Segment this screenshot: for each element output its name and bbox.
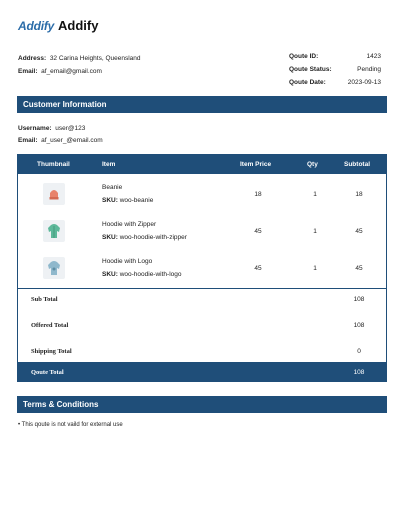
item-sku: SKU: woo-hoodie-with-logo bbox=[102, 271, 182, 278]
item-qty: 1 bbox=[313, 191, 317, 198]
items-divider bbox=[18, 288, 386, 289]
col-thumbnail: Thumbnail bbox=[37, 161, 70, 168]
customer-email-value: af_user_@email.com bbox=[41, 137, 103, 144]
sku-value: woo-hoodie-with-zipper bbox=[119, 234, 187, 241]
quote-meta-block: Qoute ID: 1423 Qoute Status: Pending Qou… bbox=[289, 50, 381, 89]
quote-total-row: Qoute Total 108 bbox=[18, 362, 386, 382]
quote-id-value: 1423 bbox=[366, 53, 381, 60]
email-label: Email: bbox=[18, 68, 38, 75]
email-line: Email: af_email@gmail.com bbox=[18, 65, 141, 78]
customer-address-block: Address: 32 Carina Heights, Queensland E… bbox=[18, 52, 141, 78]
customer-information-header: Customer Information bbox=[17, 96, 387, 113]
items-table-header: Thumbnail Item Item Price Qty Subtotal bbox=[18, 155, 386, 174]
shipping-total-label: Shipping Total bbox=[31, 348, 72, 355]
item-subtotal: 45 bbox=[355, 265, 363, 272]
addify-logo: Addify bbox=[18, 19, 55, 33]
customer-info-block: Username: user@123 Email: af_user_@email… bbox=[18, 123, 103, 147]
item-price: 18 bbox=[254, 191, 262, 198]
quote-id-label: Qoute ID: bbox=[289, 53, 319, 60]
address-line: Address: 32 Carina Heights, Queensland bbox=[18, 52, 141, 65]
sku-value: woo-hoodie-with-logo bbox=[119, 271, 182, 278]
item-subtotal: 18 bbox=[355, 191, 363, 198]
hoodie-zipper-thumbnail bbox=[43, 220, 65, 242]
sku-value: woo-beanie bbox=[119, 197, 154, 204]
item-subtotal: 45 bbox=[355, 228, 363, 235]
username-label: Username: bbox=[18, 125, 52, 132]
terms-list: • This qoute is not vaild for external u… bbox=[18, 422, 123, 428]
item-name: Beanie bbox=[102, 184, 123, 191]
address-label: Address: bbox=[18, 55, 47, 62]
item-name: Hoodie with Logo bbox=[102, 258, 153, 265]
sub-total-label: Sub Total bbox=[31, 296, 58, 303]
quote-date-value: 2023-09-13 bbox=[347, 79, 381, 86]
offered-total-row: Offered Total 108 bbox=[18, 319, 386, 333]
offered-total-label: Offered Total bbox=[31, 322, 69, 329]
item-sku: SKU: woo-hoodie-with-zipper bbox=[102, 234, 187, 241]
username-line: Username: user@123 bbox=[18, 123, 103, 135]
table-row: Hoodie with Logo SKU: woo-hoodie-with-lo… bbox=[18, 249, 386, 286]
col-item-price: Item Price bbox=[240, 161, 272, 168]
quote-document: Addify Addify Address: 32 Carina Heights… bbox=[0, 0, 401, 518]
item-name: Hoodie with Zipper bbox=[102, 221, 157, 228]
item-price: 45 bbox=[254, 228, 262, 235]
item-qty: 1 bbox=[313, 265, 317, 272]
quote-status-label: Qoute Status: bbox=[289, 66, 332, 73]
list-item: • This qoute is not vaild for external u… bbox=[18, 422, 123, 428]
hoodie-logo-icon bbox=[48, 261, 60, 275]
sub-total-value: 108 bbox=[353, 296, 365, 303]
email-value: af_email@gmail.com bbox=[41, 68, 102, 75]
quote-total-label: Qoute Total bbox=[31, 369, 64, 376]
shipping-total-row: Shipping Total 0 bbox=[18, 345, 386, 359]
beanie-thumbnail bbox=[43, 183, 65, 205]
item-price: 45 bbox=[254, 265, 262, 272]
quote-status-row: Qoute Status: Pending bbox=[289, 63, 381, 76]
table-row: Hoodie with Zipper SKU: woo-hoodie-with-… bbox=[18, 212, 386, 249]
hoodie-zipper-icon bbox=[48, 224, 60, 238]
terms-item-text: This qoute is not vaild for external use bbox=[21, 422, 123, 428]
col-subtotal: Subtotal bbox=[344, 161, 370, 168]
sku-label: SKU: bbox=[102, 271, 118, 278]
shipping-total-value: 0 bbox=[357, 348, 361, 355]
quote-date-label: Qoute Date: bbox=[289, 79, 326, 86]
offered-total-value: 108 bbox=[353, 322, 365, 329]
sku-label: SKU: bbox=[102, 197, 118, 204]
quote-total-value: 108 bbox=[353, 369, 365, 376]
quote-id-row: Qoute ID: 1423 bbox=[289, 50, 381, 63]
customer-email-label: Email: bbox=[18, 137, 38, 144]
table-row: Beanie SKU: woo-beanie 18 1 18 bbox=[18, 175, 386, 212]
terms-conditions-header: Terms & Conditions bbox=[17, 396, 387, 413]
hoodie-logo-thumbnail bbox=[43, 257, 65, 279]
username-value: user@123 bbox=[55, 125, 86, 132]
beanie-icon bbox=[49, 190, 59, 200]
item-sku: SKU: woo-beanie bbox=[102, 197, 153, 204]
sku-label: SKU: bbox=[102, 234, 118, 241]
customer-email-line: Email: af_user_@email.com bbox=[18, 135, 103, 147]
col-qty: Qty bbox=[307, 161, 318, 168]
col-item: Item bbox=[102, 161, 116, 168]
quote-status-value: Pending bbox=[357, 66, 381, 73]
items-table: Thumbnail Item Item Price Qty Subtotal B… bbox=[17, 154, 387, 382]
sub-total-row: Sub Total 108 bbox=[18, 293, 386, 307]
item-qty: 1 bbox=[313, 228, 317, 235]
quote-date-row: Qoute Date: 2023-09-13 bbox=[289, 76, 381, 89]
address-value: 32 Carina Heights, Queensland bbox=[49, 55, 141, 62]
brand-name: Addify bbox=[58, 18, 99, 33]
